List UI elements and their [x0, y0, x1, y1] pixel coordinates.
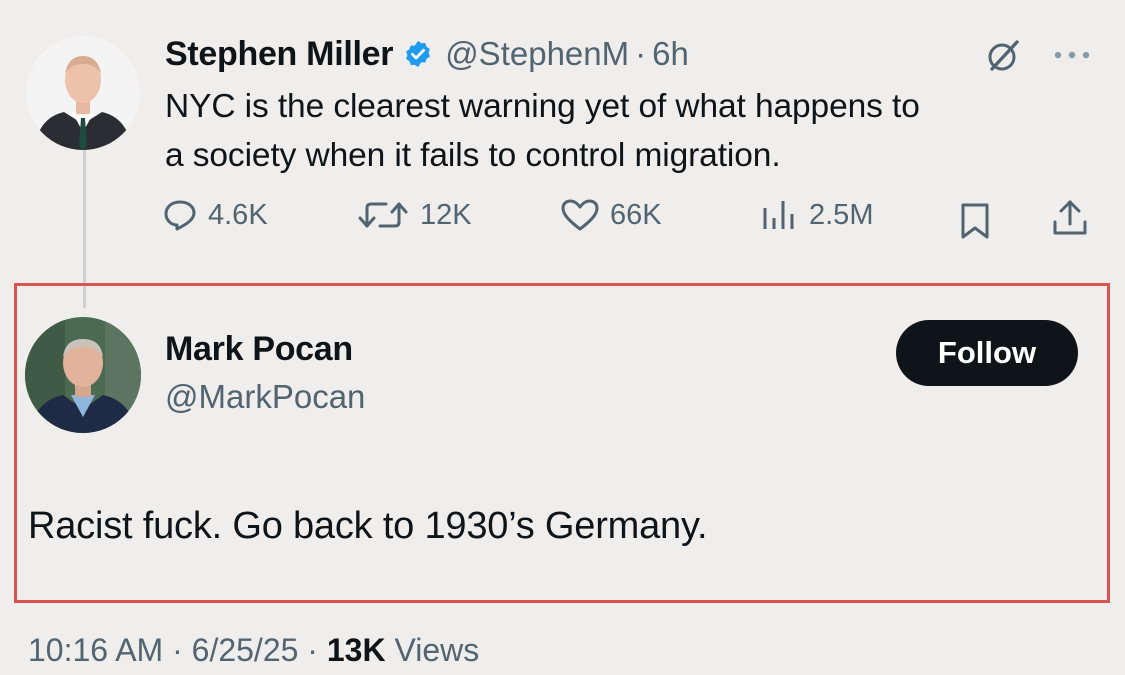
- views-count: 13K: [326, 632, 386, 668]
- more-icon[interactable]: [1052, 48, 1092, 62]
- views-button[interactable]: 2.5M: [759, 198, 873, 232]
- tweet-timestamp[interactable]: 10:16 AM: [28, 632, 163, 668]
- views-chart-icon: [763, 201, 794, 229]
- repost-count: 12K: [420, 198, 472, 231]
- views-label: Views: [385, 632, 480, 668]
- like-count: 66K: [610, 198, 662, 231]
- grok-icon[interactable]: [985, 38, 1021, 74]
- tweet-text-line-1: NYC is the clearest warning yet of what …: [165, 88, 920, 125]
- repost-button[interactable]: 12K: [356, 198, 472, 232]
- reply-author-name[interactable]: Mark Pocan: [165, 330, 353, 369]
- reply-author-handle[interactable]: @MarkPocan: [165, 378, 365, 416]
- original-tweet-text: NYC is the clearest warning yet of what …: [165, 82, 1115, 180]
- verified-badge-icon: [403, 39, 433, 69]
- heart-icon: [561, 199, 599, 231]
- original-tweet-header: Stephen Miller @StephenM · 6h: [165, 30, 689, 78]
- avatar-mark-pocan[interactable]: [25, 317, 141, 433]
- separator-dot: ·: [635, 35, 647, 72]
- tweet-meta: 10:16 AM · 6/25/25 · 13K Views: [28, 632, 479, 669]
- share-icon: [1053, 200, 1087, 235]
- meta-separator: ·: [298, 632, 327, 668]
- follow-button[interactable]: Follow: [896, 320, 1078, 386]
- avatar-stephen-miller[interactable]: [26, 36, 140, 150]
- bookmark-button[interactable]: [957, 201, 993, 246]
- reply-icon: [164, 200, 196, 231]
- author-handle[interactable]: @StephenM: [445, 35, 629, 73]
- tweet-date[interactable]: 6/25/25: [192, 632, 299, 668]
- meta-separator: ·: [163, 632, 192, 668]
- view-count: 2.5M: [809, 198, 874, 231]
- repost-icon: [358, 202, 408, 228]
- bookmark-icon: [961, 203, 989, 239]
- like-button[interactable]: 66K: [560, 198, 662, 232]
- reply-count: 4.6K: [208, 198, 268, 231]
- reply-tweet-text: Racist fuck. Go back to 1930’s Germany.: [28, 505, 708, 547]
- share-button[interactable]: [1050, 198, 1090, 243]
- tweet-text-line-2: a society when it fails to control migra…: [165, 137, 781, 174]
- tweet-time[interactable]: 6h: [652, 35, 689, 73]
- reply-button[interactable]: 4.6K: [162, 198, 268, 232]
- author-name[interactable]: Stephen Miller: [165, 35, 393, 74]
